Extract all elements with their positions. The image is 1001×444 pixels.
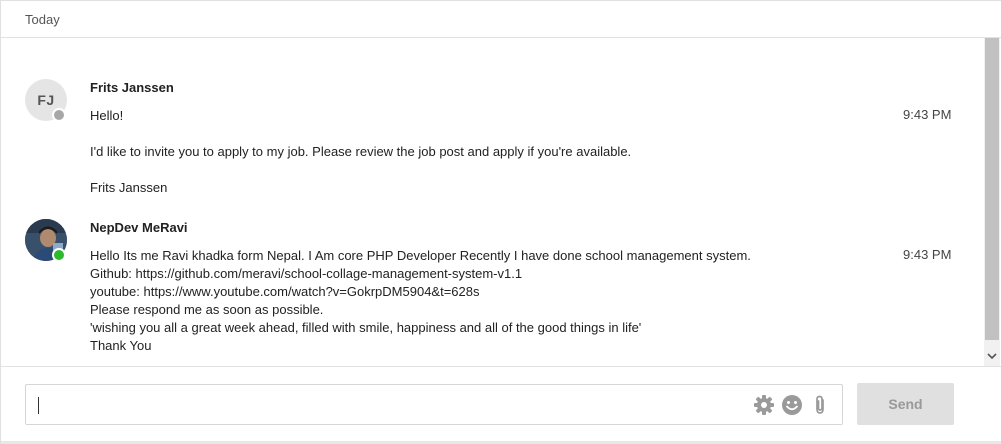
sender-name[interactable]: Frits Janssen	[90, 80, 174, 95]
message-list[interactable]: FJ Frits Janssen 9:43 PM Hello! I'd like…	[1, 38, 984, 366]
status-online-indicator	[52, 248, 66, 262]
text-caret	[38, 397, 39, 414]
day-label: Today	[25, 12, 60, 27]
scroll-down-icon[interactable]	[984, 348, 1000, 364]
message-line: I'd like to invite you to apply to my jo…	[90, 144, 632, 159]
send-button[interactable]: Send	[857, 383, 954, 425]
emoji-icon[interactable]	[781, 394, 803, 416]
message-composer: Send	[1, 366, 1001, 444]
status-offline-indicator	[52, 108, 66, 122]
message-line: Hello Its me Ravi khadka form Nepal. I A…	[90, 248, 751, 263]
scrollbar-thumb[interactable]	[985, 38, 999, 340]
gear-icon[interactable]	[753, 394, 775, 416]
paperclip-icon[interactable]	[809, 394, 831, 416]
scrollbar[interactable]	[984, 38, 1000, 366]
message-line: Thank You	[90, 338, 152, 353]
message-input[interactable]	[25, 384, 843, 425]
message-time: 9:43 PM	[903, 247, 952, 262]
message-line: Github: https://github.com/meravi/school…	[90, 266, 523, 281]
chat-window: Today FJ Frits Janssen 9:43 PM Hello! I'…	[0, 0, 1001, 444]
message-time: 9:43 PM	[903, 107, 952, 122]
message-line: Hello!	[90, 108, 124, 123]
day-divider: Today	[1, 1, 1001, 38]
message-line: Please respond me as soon as possible.	[90, 302, 324, 317]
message-line: Frits Janssen	[90, 180, 168, 195]
message-line: 'wishing you all a great week ahead, fil…	[90, 320, 642, 335]
message-line: youtube: https://www.youtube.com/watch?v…	[90, 284, 480, 299]
sender-name[interactable]: NepDev MeRavi	[90, 220, 188, 235]
avatar-initials: FJ	[37, 92, 55, 108]
